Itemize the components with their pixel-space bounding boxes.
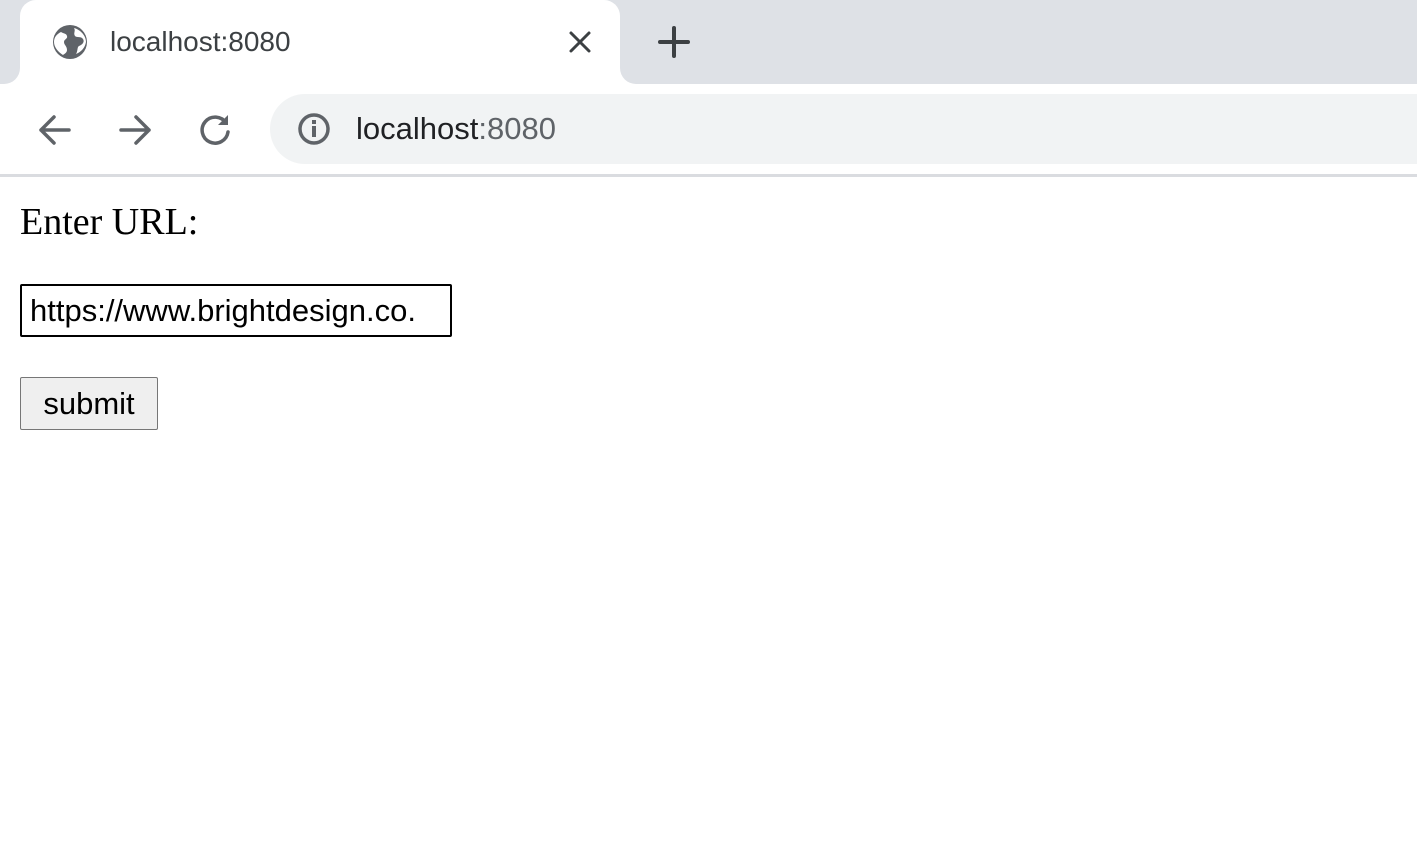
url-host: localhost [356,111,479,146]
tab-strip: localhost:8080 [0,0,1417,84]
globe-icon [52,24,88,60]
close-icon[interactable] [564,26,596,58]
address-bar-url[interactable]: localhost:8080 [356,108,556,150]
info-icon[interactable] [296,111,332,147]
tab-title: localhost:8080 [110,26,291,57]
plus-icon[interactable] [654,22,694,62]
url-input[interactable] [20,284,452,337]
reload-icon[interactable] [193,108,237,152]
submit-button[interactable]: submit [20,377,158,430]
url-label: Enter URL: [20,201,199,243]
page-content: Enter URL: submit [0,177,1417,841]
arrow-right-icon[interactable] [113,108,157,152]
browser-toolbar: localhost:8080 [0,84,1417,174]
address-bar[interactable]: localhost:8080 [270,94,1417,164]
arrow-left-icon[interactable] [33,108,77,152]
url-port: :8080 [478,111,556,146]
browser-tab[interactable]: localhost:8080 [20,0,620,84]
